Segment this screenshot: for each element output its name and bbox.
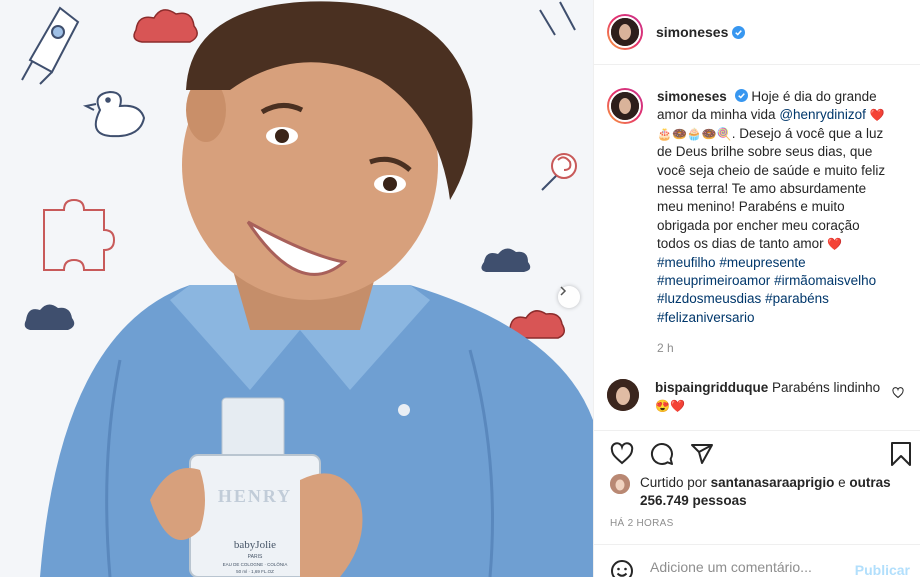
save-bookmark-icon[interactable] [890, 442, 912, 466]
caption: simoneses Hoje é dia do grande amor da m… [607, 88, 906, 358]
hashtag[interactable]: #meufilho [657, 255, 716, 270]
caption-text: simoneses Hoje é dia do grande amor da m… [657, 88, 895, 358]
post-photo[interactable]: HENRY babyJolie PARIS EAU DE COLOGNE · C… [0, 0, 593, 577]
comments-list[interactable]: simoneses Hoje é dia do grande amor da m… [594, 66, 920, 429]
comment-item: bispaingridduque Parabéns lindinho 😍❤️ [607, 378, 906, 416]
like-comment-icon[interactable] [892, 386, 904, 399]
bottle-sub: PARIS [248, 554, 263, 560]
action-bar [594, 430, 920, 478]
hashtag[interactable]: #meupresente [719, 255, 805, 270]
post-date[interactable]: HÁ 2 HORAS [610, 518, 674, 529]
avatar-image [610, 474, 630, 494]
comment-input[interactable] [650, 559, 850, 575]
comment-message: Parabéns lindinho [772, 379, 881, 395]
bottle-brand: babyJolie [234, 539, 276, 551]
heart-emoji: ❤️ [827, 237, 843, 252]
commenter-avatar[interactable] [607, 378, 639, 411]
comment-emoji: 😍❤️ [655, 399, 685, 414]
photo-illustration: HENRY babyJolie PARIS EAU DE COLOGNE · C… [21, 1, 593, 577]
avatar-image [611, 18, 639, 46]
caption-time[interactable]: 2 h [657, 339, 895, 357]
comment-text: bispaingridduque Parabéns lindinho 😍❤️ [655, 379, 885, 416]
post-detail-panel: simoneses simoneses Hoje é dia do grande… [593, 0, 920, 577]
share-icon[interactable] [690, 442, 714, 466]
caption-mention[interactable]: @henrydinizof [779, 107, 866, 122]
chevron-right-icon [560, 286, 567, 296]
publish-button[interactable]: Publicar [855, 562, 910, 577]
bottle-small-print: EAU DE COLOGNE · COLÔNIA [223, 561, 288, 567]
comment-icon[interactable] [650, 442, 674, 466]
liker-username[interactable]: santanasaraaprigio [711, 475, 835, 490]
avatar-image [607, 378, 639, 411]
liked-by-connector: e [838, 475, 846, 490]
caption-username[interactable]: simoneses [657, 89, 727, 104]
likes-text: Curtido por santanasaraaprigio e outras … [640, 474, 910, 511]
next-photo-button[interactable] [558, 286, 580, 308]
bottle-label: HENRY [218, 486, 292, 506]
bottle-volume: 50 ml · 1,69 FL.OZ [236, 569, 274, 574]
hashtag[interactable]: #meuprimeiroamor [657, 273, 770, 288]
likes-summary: Curtido por santanasaraaprigio e outras … [610, 474, 910, 511]
emoji-smile-icon[interactable] [610, 559, 634, 577]
hashtag[interactable]: #irmãomaisvelho [774, 273, 876, 288]
hashtag[interactable]: #felizaniversario [657, 310, 755, 325]
verified-badge-icon [734, 89, 748, 102]
author-username[interactable]: simoneses [656, 24, 728, 40]
heart-icon[interactable] [610, 442, 634, 466]
post-header: simoneses [594, 0, 920, 65]
caption-author-avatar[interactable] [607, 88, 643, 124]
avatar-image [611, 92, 639, 120]
author-avatar[interactable] [607, 14, 643, 50]
liker-avatar[interactable] [610, 474, 630, 494]
hashtag[interactable]: #luzdosmeusdias [657, 291, 761, 306]
commenter-username[interactable]: bispaingridduque [655, 380, 768, 395]
add-comment-bar: Publicar [594, 544, 920, 577]
caption-line-2: . Desejo á você que a luz de Deus brilhe… [657, 125, 886, 252]
verified-badge-icon [732, 25, 746, 39]
hashtag[interactable]: #parabéns [765, 291, 829, 306]
liked-by-prefix: Curtido por [640, 475, 707, 490]
